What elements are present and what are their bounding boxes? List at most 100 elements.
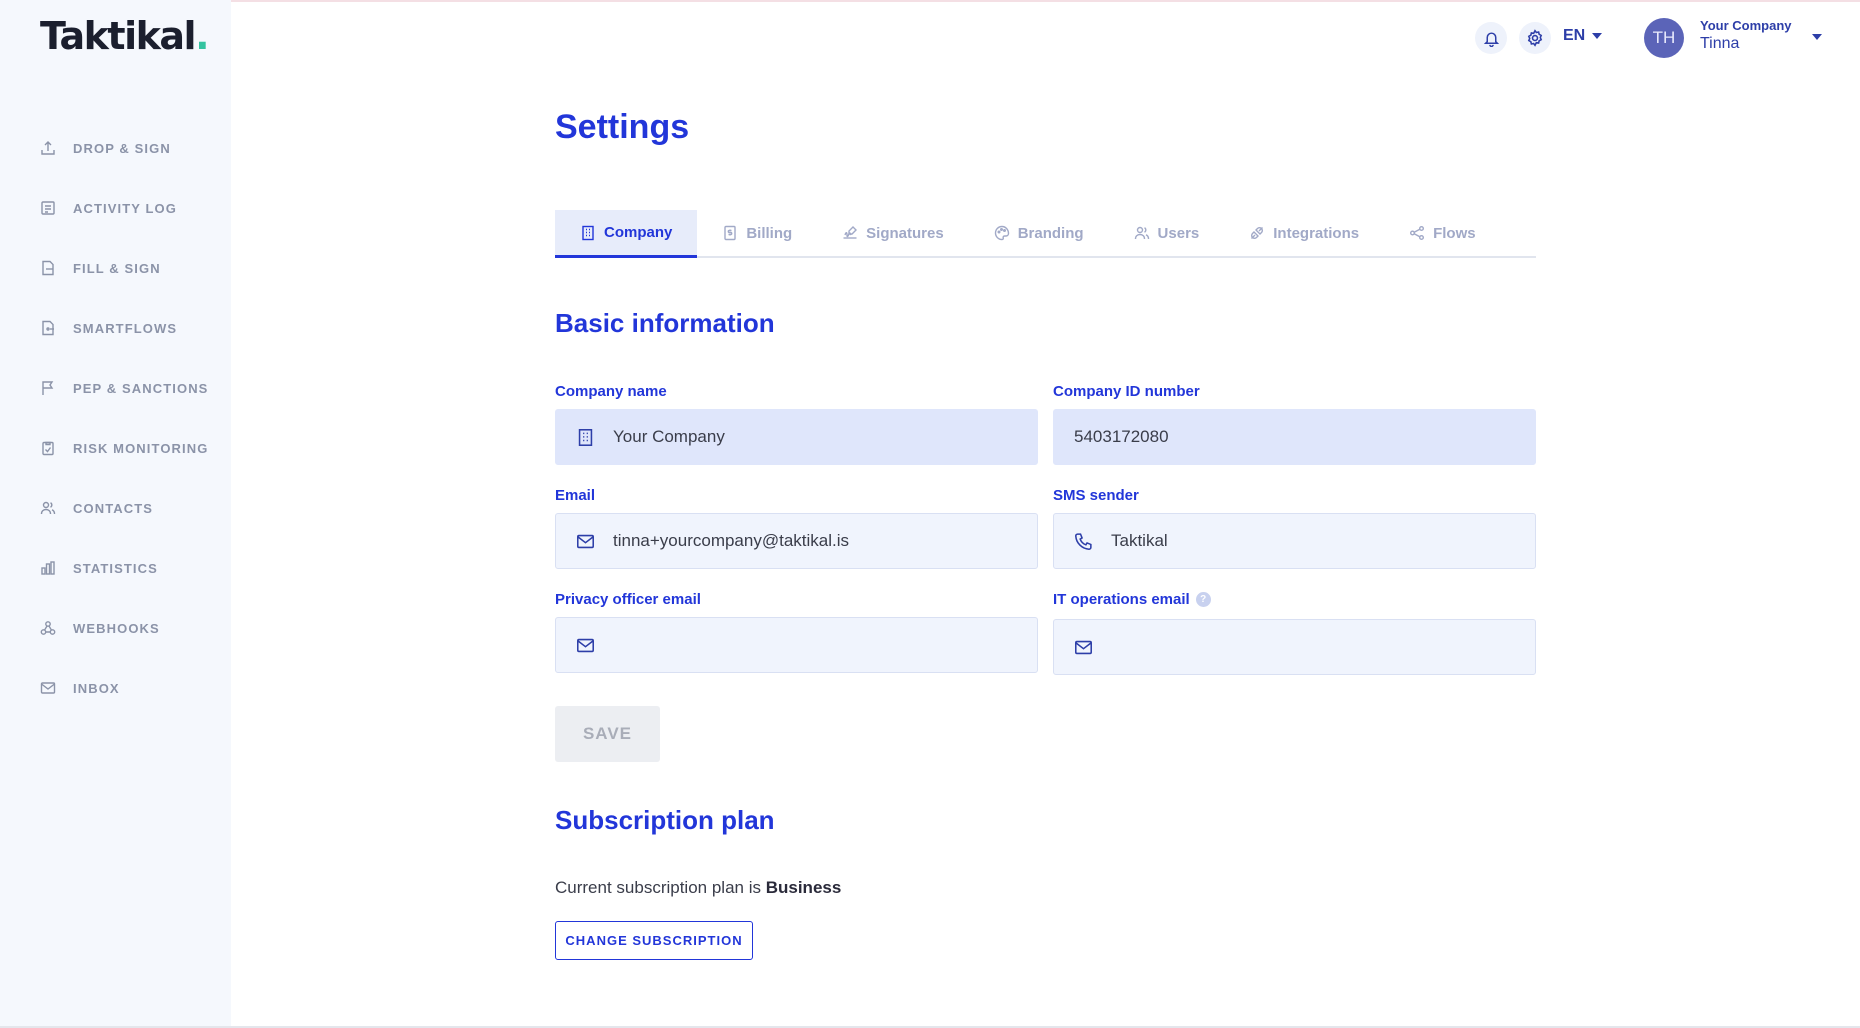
privacy-email-label: Privacy officer email <box>555 590 701 608</box>
share-icon <box>1410 226 1425 240</box>
it-email-label-text: IT operations email <box>1053 590 1190 608</box>
company-id-value: 5403172080 <box>1074 427 1169 446</box>
bell-icon <box>1483 31 1499 47</box>
company-id-label: Company ID number <box>1053 382 1200 400</box>
user-name: Tinna <box>1700 35 1740 52</box>
email-value: tinna+yourcompany@taktikal.is <box>613 531 850 550</box>
document-edit-icon <box>42 260 54 276</box>
clipboard-check-icon <box>42 441 54 456</box>
user-menu[interactable]: Your Company Tinna <box>1700 18 1792 53</box>
company-name-value: Your Company <box>613 427 725 446</box>
company-name-field: Company name Your Company <box>555 381 1038 465</box>
mail-icon <box>40 682 56 694</box>
gear-icon <box>1527 29 1543 47</box>
privacy-email-input[interactable] <box>555 617 1038 673</box>
flag-icon <box>42 381 54 395</box>
language-selector[interactable]: EN <box>1563 27 1603 45</box>
company-name-input[interactable]: Your Company <box>555 409 1038 465</box>
sidebar-item-label: PEP & SANCTIONS <box>73 380 209 396</box>
it-email-input[interactable] <box>1053 619 1536 675</box>
tab-signatures[interactable]: Signatures <box>817 210 969 256</box>
subscription-plan-text: Current subscription plan is Business <box>555 878 841 898</box>
sidebar: Taktikal. DROP & SIGN ACTIVITY LOG FILL … <box>0 0 231 1028</box>
avatar-initials: TH <box>1652 28 1676 47</box>
email-input[interactable]: tinna+yourcompany@taktikal.is <box>555 513 1038 569</box>
mail-icon <box>1075 640 1092 654</box>
basic-info-title: Basic information <box>555 308 775 338</box>
tab-label: Branding <box>1017 224 1084 242</box>
sidebar-item-smartflows[interactable]: SMARTFLOWS <box>0 298 231 358</box>
sidebar-item-drop-sign[interactable]: DROP & SIGN <box>0 118 231 178</box>
sidebar-item-contacts[interactable]: CONTACTS <box>0 478 231 538</box>
logo[interactable]: Taktikal. <box>40 14 210 58</box>
avatar[interactable]: TH <box>1644 18 1684 58</box>
document-flow-icon <box>42 320 54 336</box>
privacy-email-field: Privacy officer email <box>555 589 1038 673</box>
upload-icon <box>41 141 55 155</box>
tab-users[interactable]: Users <box>1109 210 1225 256</box>
page-title: Settings <box>555 108 690 146</box>
sidebar-item-label: FILL & SIGN <box>73 260 161 276</box>
email-field: Email tinna+yourcompany@taktikal.is <box>555 485 1038 569</box>
tab-label: Integrations <box>1273 224 1360 242</box>
sms-sender-field: SMS sender Taktikal <box>1053 485 1536 569</box>
sidebar-item-label: ACTIVITY LOG <box>73 200 177 216</box>
user-menu-toggle[interactable] <box>1805 34 1822 40</box>
tab-company[interactable]: Company <box>555 210 698 258</box>
users-icon <box>1134 226 1149 240</box>
list-icon <box>41 201 55 215</box>
sms-sender-input[interactable]: Taktikal <box>1053 513 1536 569</box>
tab-billing[interactable]: Billing <box>697 210 817 256</box>
subscription-plan-value: Business <box>765 878 842 897</box>
language-label: EN <box>1563 27 1586 44</box>
sms-sender-label: SMS sender <box>1053 486 1139 504</box>
bar-chart-icon <box>41 561 55 575</box>
sidebar-nav: DROP & SIGN ACTIVITY LOG FILL & SIGN SMA… <box>0 118 231 718</box>
webhook-icon <box>40 621 56 635</box>
sidebar-item-label: CONTACTS <box>73 500 154 516</box>
sidebar-item-label: DROP & SIGN <box>73 140 171 156</box>
settings-tabs: Company Billing Signatures Branding User… <box>555 210 1536 258</box>
sidebar-item-risk-monitoring[interactable]: RISK MONITORING <box>0 418 231 478</box>
help-icon[interactable]: ? <box>1195 591 1211 607</box>
building-icon <box>582 225 594 240</box>
phone-icon <box>1075 532 1092 550</box>
email-label: Email <box>555 486 596 504</box>
sidebar-item-pep-sanctions[interactable]: PEP & SANCTIONS <box>0 358 231 418</box>
company-id-input[interactable]: 5403172080 <box>1053 409 1536 465</box>
change-subscription-button[interactable]: CHANGE SUBSCRIPTION <box>555 921 753 960</box>
tab-flows[interactable]: Flows <box>1384 210 1501 256</box>
mail-icon <box>577 534 594 548</box>
company-id-field: Company ID number 5403172080 <box>1053 381 1536 465</box>
chevron-down-icon <box>1592 33 1603 39</box>
sidebar-item-label: RISK MONITORING <box>73 440 209 456</box>
building-icon <box>578 428 593 446</box>
logo-dot: . <box>195 14 209 58</box>
company-name-label: Company name <box>555 382 667 400</box>
tab-label: Flows <box>1433 224 1476 242</box>
tab-branding[interactable]: Branding <box>969 210 1109 256</box>
invoice-icon <box>724 225 737 241</box>
sms-sender-value: Taktikal <box>1111 531 1168 550</box>
subscription-title: Subscription plan <box>555 805 775 835</box>
sidebar-item-label: WEBHOOKS <box>73 620 160 636</box>
notifications-button[interactable] <box>1475 22 1507 54</box>
sidebar-item-fill-sign[interactable]: FILL & SIGN <box>0 238 231 298</box>
sidebar-item-statistics[interactable]: STATISTICS <box>0 538 231 598</box>
sidebar-item-webhooks[interactable]: WEBHOOKS <box>0 598 231 658</box>
tab-label: Users <box>1157 224 1200 242</box>
sidebar-item-inbox[interactable]: INBOX <box>0 658 231 718</box>
users-icon <box>40 501 56 515</box>
tab-label: Signatures <box>866 224 944 242</box>
mail-icon <box>577 638 594 652</box>
subscription-plan-label: Current subscription plan is <box>555 878 761 897</box>
save-button[interactable]: SAVE <box>555 706 660 762</box>
tab-label: Company <box>604 224 673 241</box>
chevron-down-icon <box>1812 34 1822 40</box>
logo-text: Taktikal <box>40 14 197 58</box>
tab-integrations[interactable]: Integrations <box>1224 210 1384 256</box>
sidebar-item-label: SMARTFLOWS <box>73 320 178 336</box>
sidebar-item-activity-log[interactable]: ACTIVITY LOG <box>0 178 231 238</box>
top-border <box>0 0 1860 2</box>
settings-button[interactable] <box>1519 22 1551 54</box>
